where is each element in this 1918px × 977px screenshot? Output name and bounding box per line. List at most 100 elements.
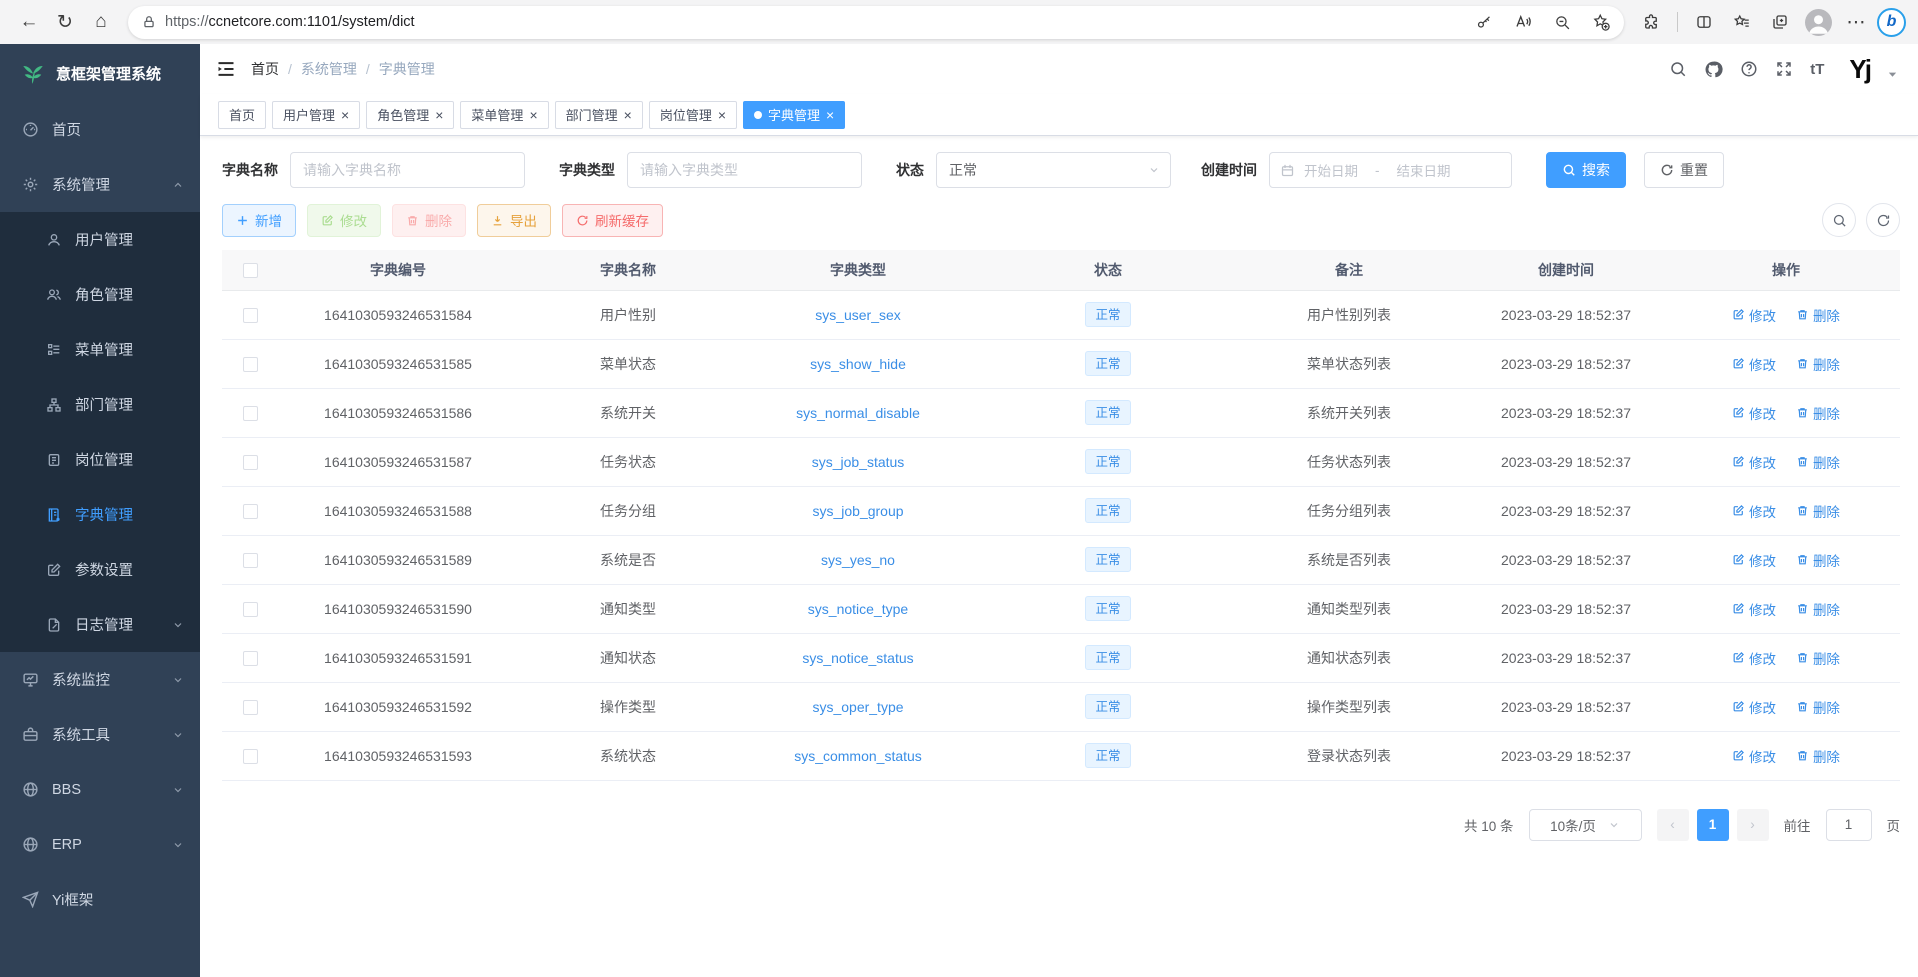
row-delete-link[interactable]: 删除 <box>1796 501 1840 521</box>
dict-type-link[interactable]: sys_job_status <box>812 454 905 470</box>
dict-type-link[interactable]: sys_common_status <box>794 748 922 764</box>
sidebar-item-monitor[interactable]: 系统监控 <box>0 652 200 707</box>
tab-actions-icon[interactable] <box>1763 5 1797 39</box>
dict-type-link[interactable]: sys_yes_no <box>821 552 895 568</box>
github-icon[interactable] <box>1704 60 1723 79</box>
tab-home[interactable]: 首页 <box>218 101 266 129</box>
dict-type-link[interactable]: sys_job_group <box>812 503 903 519</box>
show-search-toggle-button[interactable] <box>1822 203 1856 237</box>
sidebar-item-dict[interactable]: 字典管理 <box>0 487 200 542</box>
search-icon[interactable] <box>1669 60 1687 78</box>
date-range-picker[interactable]: 开始日期 - 结束日期 <box>1269 152 1512 188</box>
close-icon[interactable]: × <box>624 108 632 122</box>
row-delete-link[interactable]: 删除 <box>1796 452 1840 472</box>
sidebar-item-menus[interactable]: 菜单管理 <box>0 322 200 377</box>
sidebar-item-yi-framework[interactable]: Yi框架 <box>0 872 200 927</box>
row-edit-link[interactable]: 修改 <box>1732 599 1776 619</box>
edit-button[interactable]: 修改 <box>307 204 381 237</box>
goto-page-input[interactable] <box>1826 809 1872 841</box>
tab-dict-mgmt[interactable]: 字典管理× <box>743 101 845 129</box>
browser-profile-avatar[interactable] <box>1801 5 1835 39</box>
split-screen-icon[interactable] <box>1687 5 1721 39</box>
dict-type-link[interactable]: sys_notice_type <box>808 601 908 617</box>
help-icon[interactable] <box>1740 60 1758 78</box>
close-icon[interactable]: × <box>826 108 834 122</box>
user-logo[interactable]: Yj <box>1849 56 1870 82</box>
read-aloud-icon[interactable] <box>1508 7 1538 37</box>
sidebar-item-roles[interactable]: 角色管理 <box>0 267 200 322</box>
sidebar-item-params[interactable]: 参数设置 <box>0 542 200 597</box>
dict-type-link[interactable]: sys_oper_type <box>812 699 903 715</box>
row-checkbox[interactable] <box>243 455 258 470</box>
row-edit-link[interactable]: 修改 <box>1732 550 1776 570</box>
row-edit-link[interactable]: 修改 <box>1732 697 1776 717</box>
url-text[interactable]: https://ccnetcore.com:1101/system/dict <box>165 14 1460 30</box>
close-icon[interactable]: × <box>341 108 349 122</box>
row-edit-link[interactable]: 修改 <box>1732 452 1776 472</box>
caret-down-icon[interactable] <box>1887 69 1898 80</box>
row-delete-link[interactable]: 删除 <box>1796 746 1840 766</box>
tab-dept-mgmt[interactable]: 部门管理× <box>555 101 643 129</box>
sidebar-item-tools[interactable]: 系统工具 <box>0 707 200 762</box>
address-bar[interactable]: https://ccnetcore.com:1101/system/dict <box>128 6 1624 39</box>
refresh-table-button[interactable] <box>1866 203 1900 237</box>
tab-role-mgmt[interactable]: 角色管理× <box>366 101 454 129</box>
browser-home-button[interactable]: ⌂ <box>84 5 118 39</box>
row-delete-link[interactable]: 删除 <box>1796 697 1840 717</box>
sidebar-item-system[interactable]: 系统管理 <box>0 157 200 212</box>
sidebar-item-posts[interactable]: 岗位管理 <box>0 432 200 487</box>
browser-back-button[interactable]: ← <box>12 5 46 39</box>
row-checkbox[interactable] <box>243 504 258 519</box>
dict-type-link[interactable]: sys_user_sex <box>815 307 901 323</box>
tab-menu-mgmt[interactable]: 菜单管理× <box>460 101 548 129</box>
row-checkbox[interactable] <box>243 406 258 421</box>
font-size-icon[interactable]: tT <box>1810 61 1824 78</box>
sidebar-item-erp[interactable]: ERP <box>0 817 200 872</box>
prev-page-button[interactable]: ‹ <box>1657 809 1689 841</box>
row-checkbox[interactable] <box>243 749 258 764</box>
browser-refresh-button[interactable]: ↻ <box>48 5 82 39</box>
breadcrumb-system[interactable]: 系统管理 <box>301 59 357 79</box>
favorite-add-icon[interactable] <box>1586 7 1616 37</box>
tab-user-mgmt[interactable]: 用户管理× <box>272 101 360 129</box>
close-icon[interactable]: × <box>529 108 537 122</box>
row-checkbox[interactable] <box>243 308 258 323</box>
row-edit-link[interactable]: 修改 <box>1732 648 1776 668</box>
page-1-button[interactable]: 1 <box>1697 809 1729 841</box>
sidebar-item-logs[interactable]: 日志管理 <box>0 597 200 652</box>
row-edit-link[interactable]: 修改 <box>1732 305 1776 325</box>
fullscreen-icon[interactable] <box>1775 60 1793 78</box>
extensions-icon[interactable] <box>1634 5 1668 39</box>
search-button[interactable]: 搜索 <box>1546 152 1626 188</box>
next-page-button[interactable]: › <box>1737 809 1769 841</box>
row-edit-link[interactable]: 修改 <box>1732 403 1776 423</box>
row-delete-link[interactable]: 删除 <box>1796 550 1840 570</box>
zoom-out-icon[interactable] <box>1547 7 1577 37</box>
copilot-icon[interactable]: b <box>1877 8 1906 37</box>
row-delete-link[interactable]: 删除 <box>1796 354 1840 374</box>
dict-name-input[interactable] <box>290 152 525 188</box>
row-checkbox[interactable] <box>243 651 258 666</box>
sidebar-item-users[interactable]: 用户管理 <box>0 212 200 267</box>
dict-type-input[interactable] <box>627 152 862 188</box>
dict-type-link[interactable]: sys_notice_status <box>802 650 913 666</box>
sidebar-item-bbs[interactable]: BBS <box>0 762 200 817</box>
row-checkbox[interactable] <box>243 602 258 617</box>
row-checkbox[interactable] <box>243 553 258 568</box>
close-icon[interactable]: × <box>718 108 726 122</box>
refresh-cache-button[interactable]: 刷新缓存 <box>562 204 663 237</box>
status-select[interactable]: 正常 <box>936 152 1171 188</box>
row-delete-link[interactable]: 删除 <box>1796 648 1840 668</box>
row-delete-link[interactable]: 删除 <box>1796 403 1840 423</box>
row-delete-link[interactable]: 删除 <box>1796 305 1840 325</box>
delete-button[interactable]: 删除 <box>392 204 466 237</box>
row-edit-link[interactable]: 修改 <box>1732 746 1776 766</box>
browser-menu-button[interactable]: ⋯ <box>1839 5 1873 39</box>
dict-type-link[interactable]: sys_normal_disable <box>796 405 920 421</box>
page-size-select[interactable]: 10条/页 <box>1529 809 1642 841</box>
dict-type-link[interactable]: sys_show_hide <box>810 356 906 372</box>
row-edit-link[interactable]: 修改 <box>1732 354 1776 374</box>
sidebar-item-home[interactable]: 首页 <box>0 102 200 157</box>
row-checkbox[interactable] <box>243 700 258 715</box>
add-button[interactable]: 新增 <box>222 204 296 237</box>
